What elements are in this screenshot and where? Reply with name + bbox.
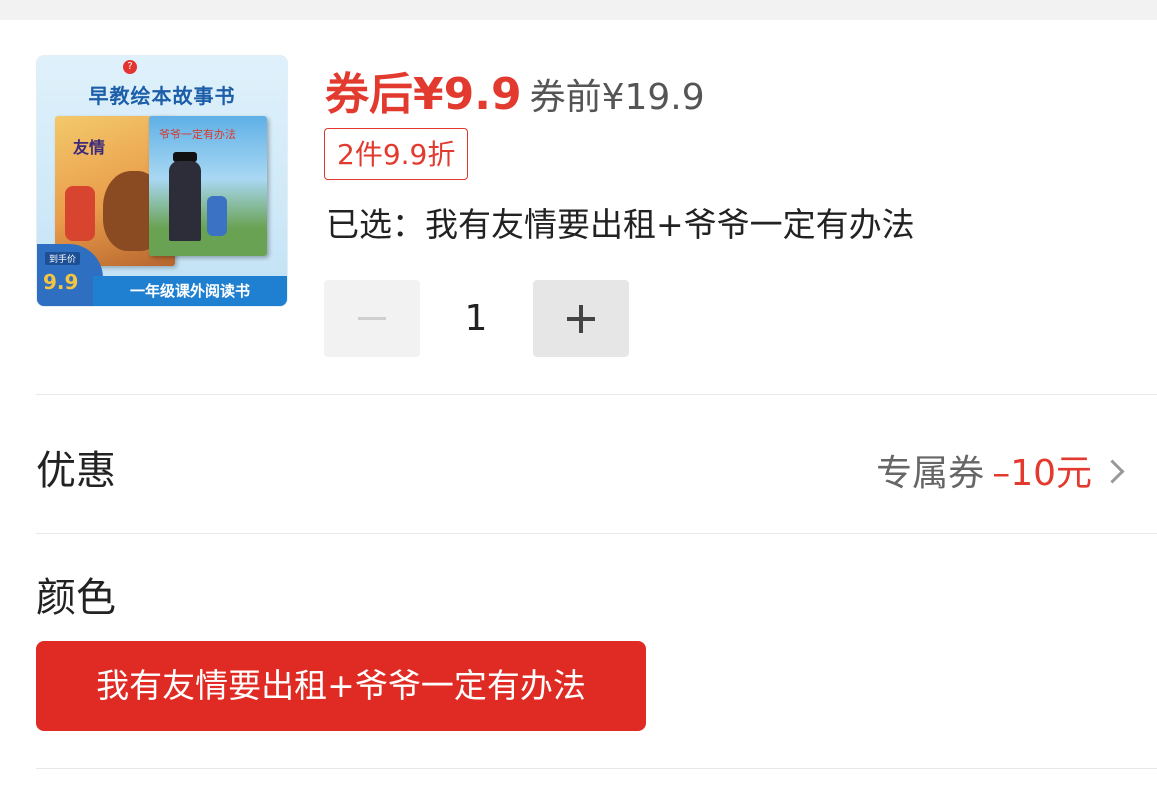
discount-label: 优惠 bbox=[36, 448, 116, 494]
coupon-amount: –10元 bbox=[992, 453, 1092, 494]
plus-icon-vertical bbox=[579, 305, 583, 333]
color-option-selected[interactable]: 我有友情要出租+爷爷一定有办法 bbox=[36, 641, 646, 731]
divider bbox=[36, 533, 1157, 534]
divider bbox=[36, 768, 1157, 769]
thumbnail-title: 早教绘本故事书 bbox=[88, 84, 236, 108]
product-thumbnail[interactable]: ? 早教绘本故事书 友情 爷爷一定有办法 到手价 9.9 一年级课外阅读书 bbox=[36, 55, 288, 307]
brand-logo-icon: ? bbox=[123, 60, 137, 74]
book-cover-1-kid-illustration bbox=[65, 186, 95, 241]
quantity-increase-button[interactable] bbox=[533, 280, 629, 357]
chevron-right-icon bbox=[1100, 458, 1125, 484]
promo-tag: 2件9.9折 bbox=[324, 128, 469, 180]
selected-variant-text: 已选：我有友情要出租+爷爷一定有办法 bbox=[326, 205, 915, 244]
coupon-name: 专属券 bbox=[876, 453, 985, 494]
book-cover-2-grandpa-illustration bbox=[169, 161, 201, 241]
book-cover-2: 爷爷一定有办法 bbox=[149, 116, 267, 256]
minus-icon bbox=[358, 317, 386, 320]
price-row: 券后¥9.9 券前¥19.9 bbox=[325, 58, 705, 122]
price-badge-label: 到手价 bbox=[45, 252, 81, 265]
book-cover-2-title: 爷爷一定有办法 bbox=[159, 128, 236, 141]
coupon-selector[interactable]: 专属券 –10元 bbox=[876, 444, 1125, 496]
price-after-coupon: 券后¥9.9 bbox=[325, 69, 522, 120]
price-before-coupon: 券前¥19.9 bbox=[529, 77, 705, 118]
quantity-value[interactable]: 1 bbox=[428, 280, 524, 357]
quantity-decrease-button[interactable] bbox=[324, 280, 420, 357]
thumbnail-bottom-strip: 一年级课外阅读书 bbox=[93, 276, 287, 306]
book-cover-2-boy-illustration bbox=[207, 196, 227, 236]
divider bbox=[36, 394, 1157, 395]
price-badge-value: 9.9 bbox=[43, 270, 79, 294]
book-cover-1-title: 友情 bbox=[73, 138, 106, 157]
top-separator bbox=[0, 0, 1157, 20]
color-label: 颜色 bbox=[36, 575, 116, 621]
